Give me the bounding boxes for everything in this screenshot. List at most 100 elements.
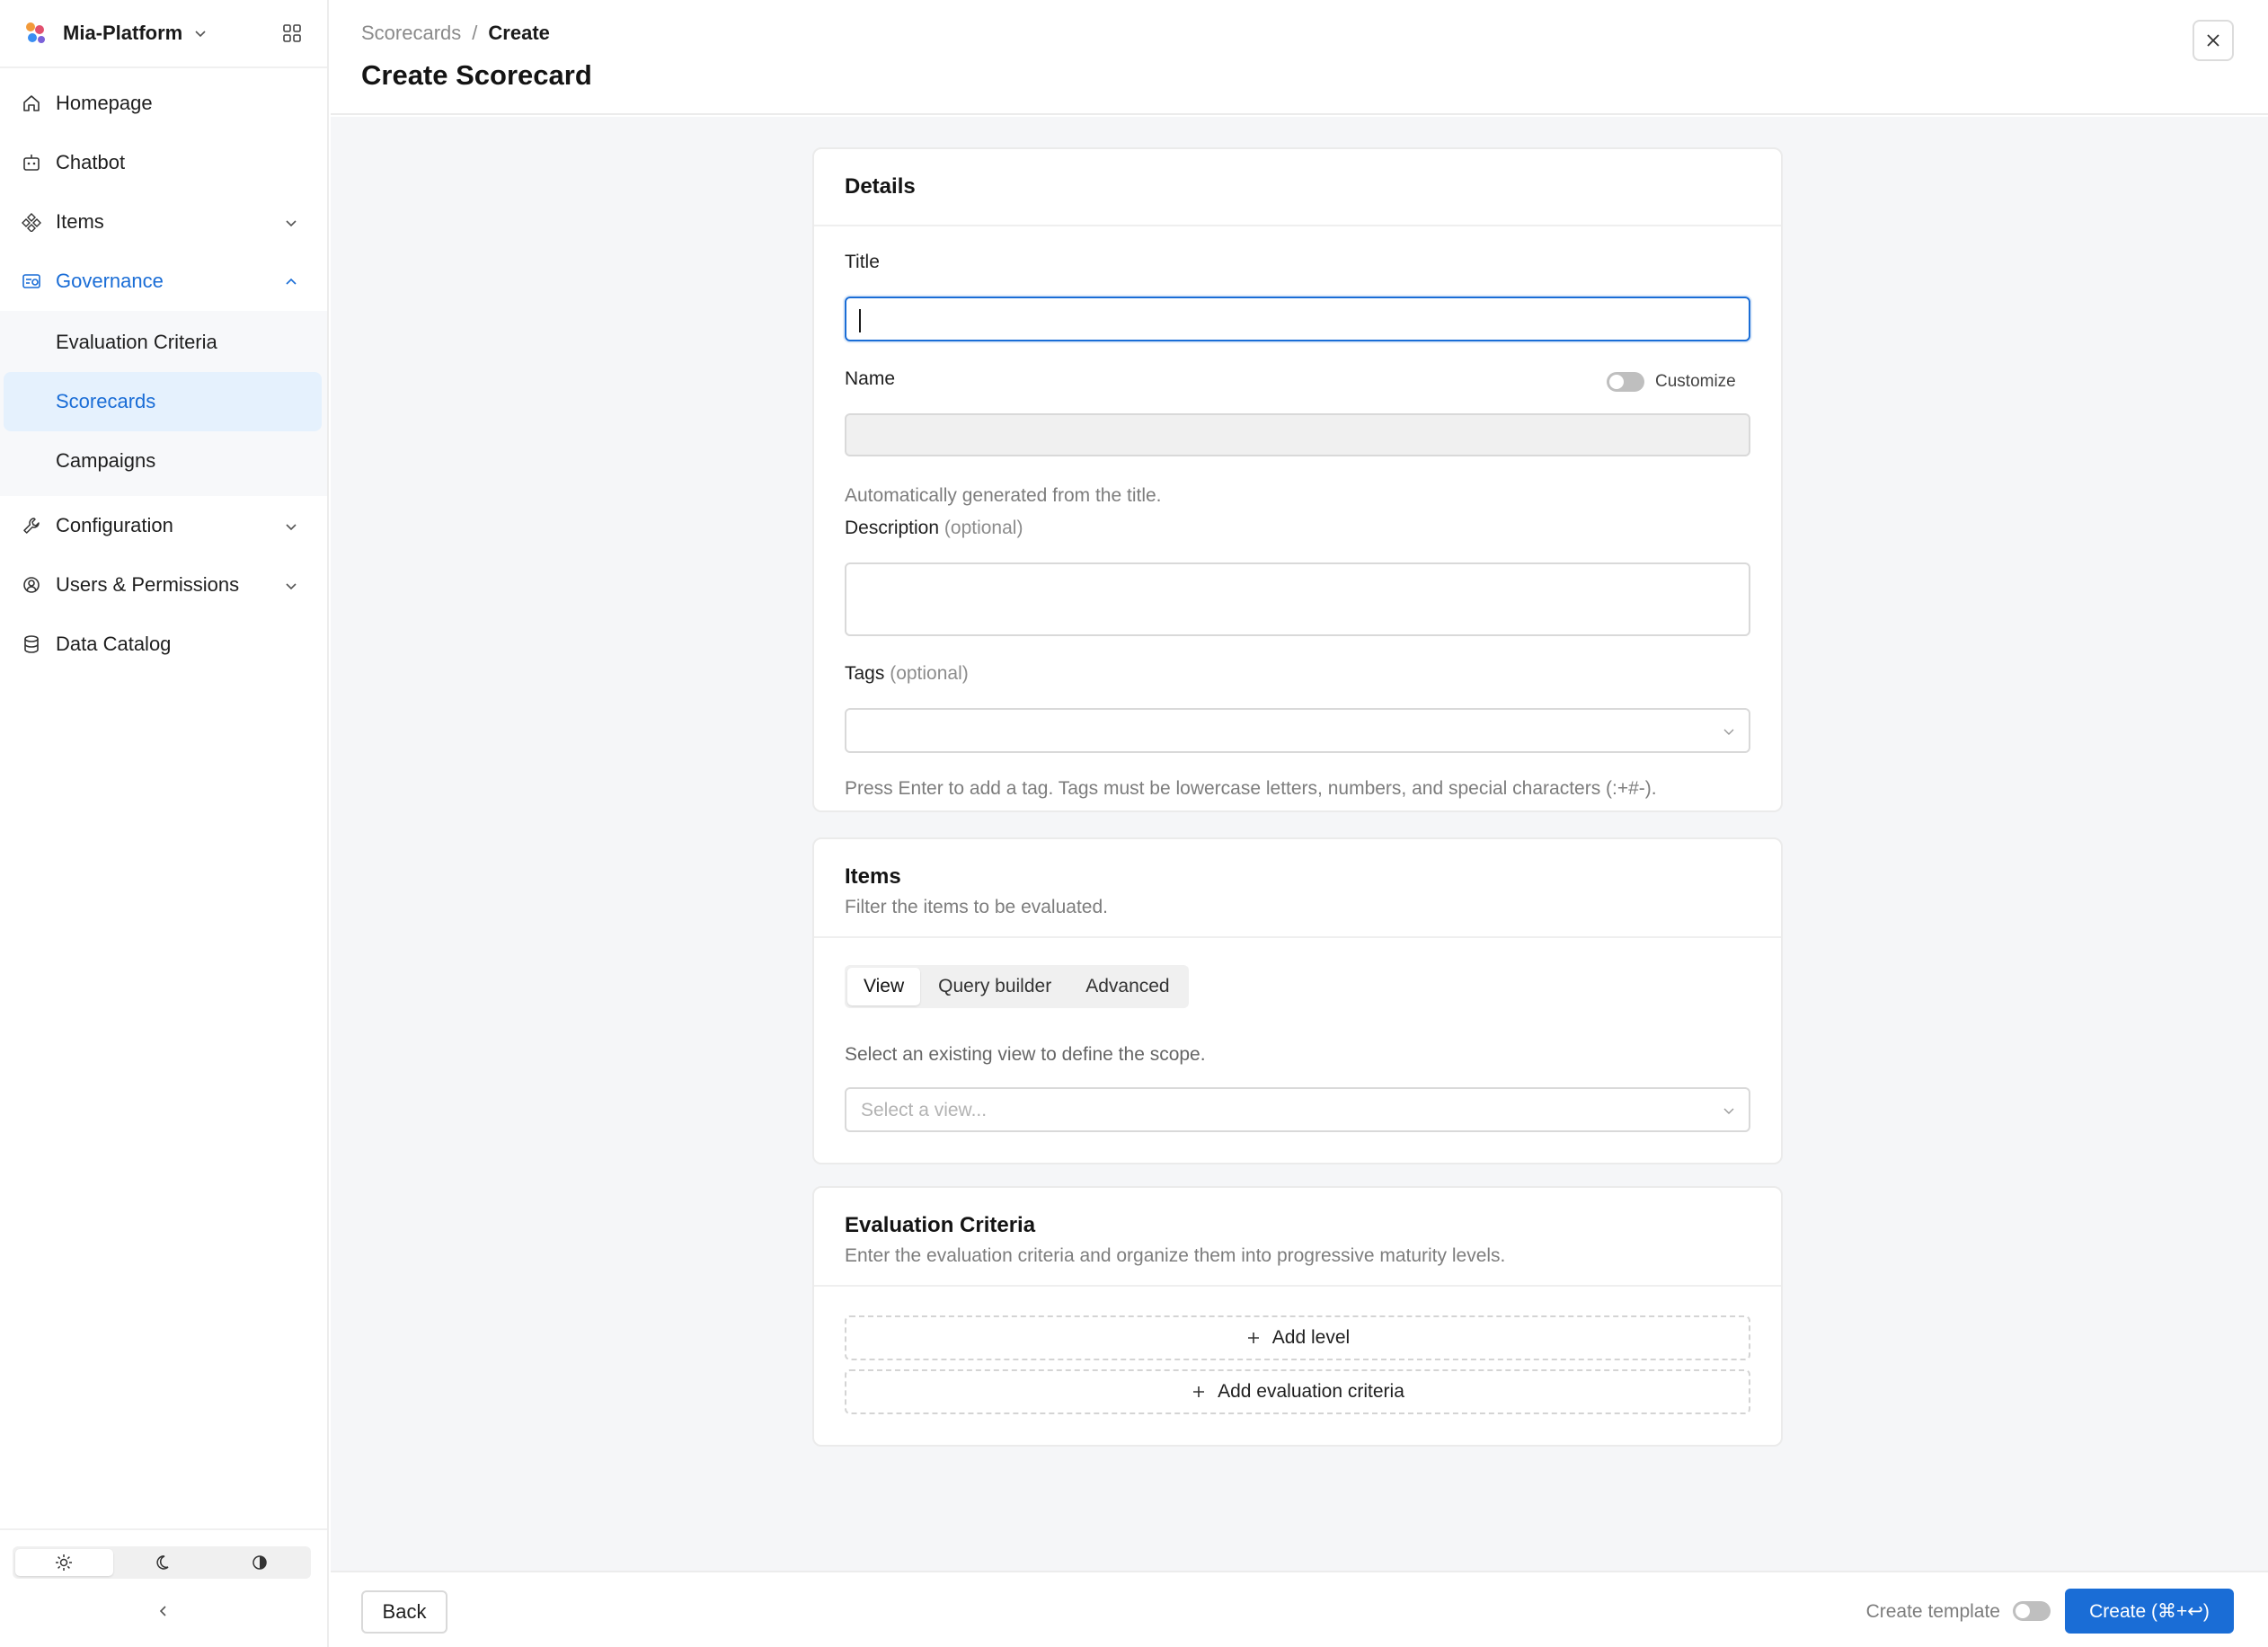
items-title: Items [845, 864, 901, 889]
view-select[interactable]: Select a view... [845, 1087, 1750, 1132]
view-select-placeholder: Select a view... [861, 1100, 988, 1120]
sun-icon [56, 1554, 73, 1571]
sidebar-item-label: Configuration [56, 514, 173, 536]
sidebar-item-data-catalog[interactable]: Data Catalog [0, 615, 327, 674]
wrench-icon [23, 518, 40, 534]
sidebar-item-evaluation-criteria[interactable]: Evaluation Criteria [0, 313, 322, 372]
sidebar-item-label: Homepage [56, 92, 153, 114]
sidebar-item-label: Users & Permissions [56, 573, 240, 596]
app-grid-icon [283, 24, 301, 42]
home-icon [23, 95, 40, 111]
main-content: Details Title Name Customize Automatical… [331, 117, 2268, 1571]
tab-query-builder[interactable]: Query builder [922, 968, 1068, 1005]
collapse-sidebar-button[interactable] [153, 1600, 174, 1622]
tags-label: Tags (optional) [845, 663, 969, 685]
theme-dark-option[interactable] [113, 1549, 211, 1576]
close-icon [2207, 34, 2219, 47]
add-evaluation-criteria-button[interactable]: Add evaluation criteria [845, 1369, 1750, 1414]
create-template-toggle[interactable] [2013, 1601, 2051, 1621]
app-grid-button[interactable] [280, 22, 304, 45]
tab-view[interactable]: View [847, 968, 921, 1005]
items-subtitle: Filter the items to be evaluated. [845, 897, 1108, 917]
items-card: Items Filter the items to be evaluated. … [812, 837, 1783, 1164]
plus-icon [1193, 1386, 1205, 1397]
governance-icon [22, 274, 40, 288]
breadcrumb: Scorecards / Create [361, 22, 550, 45]
sidebar-nav: Homepage Chatbot Items Governance Evalua… [0, 74, 327, 674]
page-header: Scorecards / Create Create Scorecard [331, 0, 2268, 115]
governance-subnav: Evaluation Criteria Scorecards Campaigns [0, 311, 327, 496]
chevron-up-icon [286, 278, 297, 285]
chevron-down-icon [286, 524, 297, 531]
theme-light-option[interactable] [15, 1549, 113, 1576]
breadcrumb-current: Create [488, 22, 550, 44]
customize-label: Customize [1655, 372, 1736, 391]
sidebar-divider [0, 1528, 327, 1530]
plus-icon [1247, 1333, 1259, 1343]
add-level-label: Add level [1271, 1327, 1351, 1348]
close-button[interactable] [2193, 20, 2234, 61]
sidebar-item-configuration[interactable]: Configuration [0, 496, 327, 555]
back-button[interactable]: Back [361, 1590, 447, 1634]
evaluation-criteria-card: Evaluation Criteria Enter the evaluation… [812, 1186, 1783, 1447]
sidebar-item-chatbot[interactable]: Chatbot [0, 133, 327, 192]
chevron-down-icon [286, 220, 297, 227]
sidebar-item-users-permissions[interactable]: Users & Permissions [0, 555, 327, 615]
workspace-switcher[interactable]: Mia-Platform [0, 0, 327, 68]
tags-select[interactable] [845, 708, 1750, 753]
chevron-down-icon [1723, 1108, 1734, 1114]
page-title: Create Scorecard [361, 59, 592, 91]
theme-auto-option[interactable] [210, 1549, 308, 1576]
details-title: Details [845, 174, 916, 199]
auto-theme-icon [252, 1555, 267, 1570]
customize-toggle[interactable] [1607, 372, 1644, 392]
create-template-label: Create template [1865, 1601, 2000, 1622]
details-card-header: Details [814, 149, 1781, 226]
name-label: Name [845, 368, 896, 389]
chatbot-icon [23, 155, 40, 171]
moon-icon [156, 1555, 169, 1570]
breadcrumb-separator: / [472, 22, 478, 44]
workspace-name: Mia-Platform [63, 22, 183, 44]
sidebar-item-items[interactable]: Items [0, 192, 327, 252]
title-input[interactable] [845, 297, 1750, 341]
add-level-button[interactable]: Add level [845, 1315, 1750, 1360]
tab-advanced[interactable]: Advanced [1069, 968, 1185, 1005]
scope-mode-tabs: View Query builder Advanced [845, 965, 1189, 1008]
text-cursor [859, 309, 861, 332]
sidebar: Mia-Platform Homepage Chatbot Items Gove… [0, 0, 329, 1647]
details-card: Details Title Name Customize Automatical… [812, 147, 1783, 812]
breadcrumb-link-scorecards[interactable]: Scorecards [361, 22, 461, 45]
description-label-text: Description [845, 518, 940, 538]
tags-label-text: Tags [845, 663, 885, 684]
sidebar-item-label: Data Catalog [56, 633, 172, 655]
title-label: Title [845, 252, 880, 272]
form-footer: Back Create template Create (⌘+↩) [331, 1571, 2268, 1647]
sidebar-item-governance[interactable]: Governance [0, 252, 327, 311]
chevron-left-icon [159, 1606, 166, 1616]
create-button[interactable]: Create (⌘+↩) [2065, 1589, 2234, 1634]
chevron-down-icon [286, 583, 297, 590]
chevron-down-icon [1723, 729, 1734, 735]
sidebar-item-label: Governance [56, 270, 164, 292]
sidebar-item-scorecards[interactable]: Scorecards [4, 372, 322, 431]
optional-hint: (optional) [890, 663, 969, 684]
mia-platform-logo-icon [26, 22, 45, 43]
users-permissions-icon [23, 577, 40, 593]
sidebar-item-label: Items [56, 210, 104, 233]
sidebar-item-campaigns[interactable]: Campaigns [0, 431, 322, 491]
items-icon [22, 213, 41, 232]
description-label: Description (optional) [845, 518, 1023, 539]
criteria-card-header: Evaluation Criteria Enter the evaluation… [814, 1188, 1781, 1287]
database-icon [24, 635, 39, 653]
description-textarea[interactable] [845, 562, 1750, 636]
sidebar-item-homepage[interactable]: Homepage [0, 74, 327, 133]
scope-help-text: Select an existing view to define the sc… [845, 1044, 1206, 1065]
sidebar-item-label: Chatbot [56, 151, 126, 173]
criteria-subtitle: Enter the evaluation criteria and organi… [845, 1245, 1506, 1266]
theme-switcher [13, 1546, 311, 1579]
chevron-down-icon [195, 31, 206, 38]
criteria-title: Evaluation Criteria [845, 1213, 1036, 1237]
name-input [845, 413, 1750, 456]
tags-help-text: Press Enter to add a tag. Tags must be l… [845, 778, 1657, 799]
